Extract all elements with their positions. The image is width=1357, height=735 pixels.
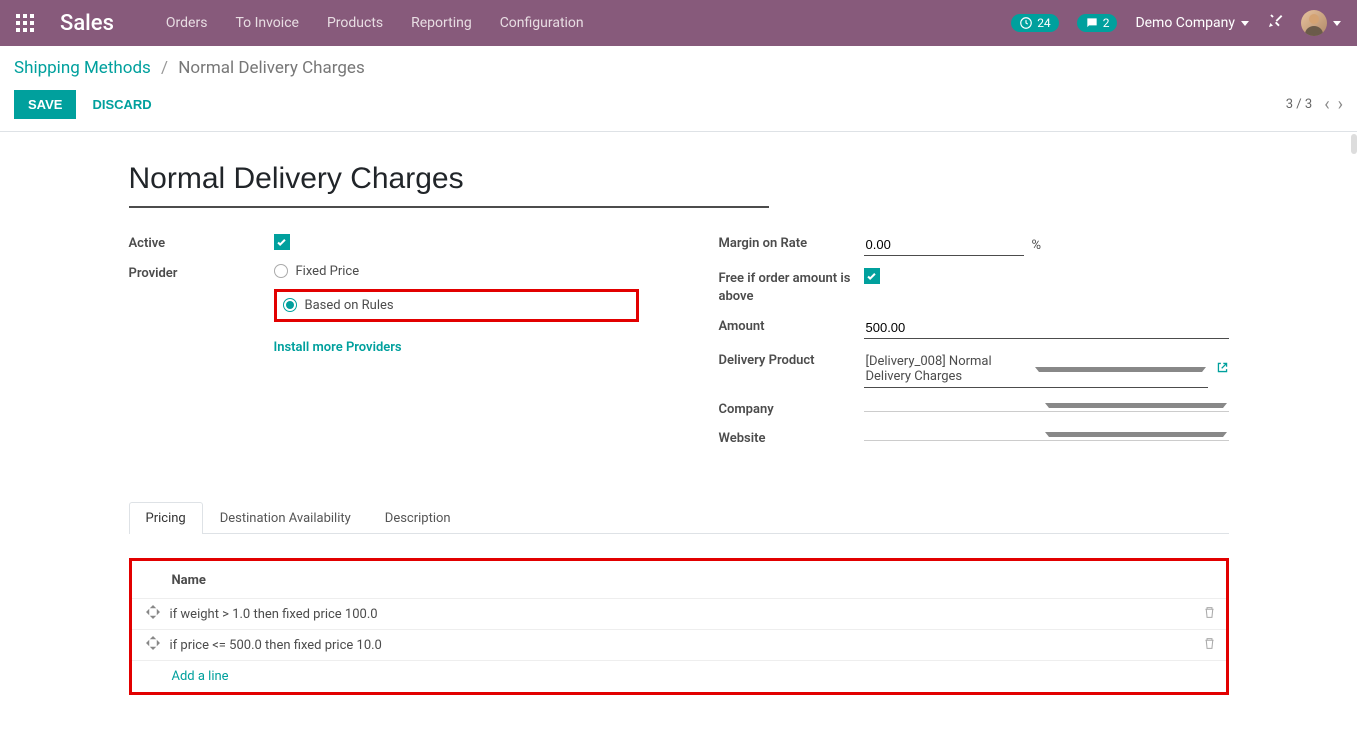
website-select[interactable]	[864, 429, 1229, 441]
active-label: Active	[129, 234, 274, 251]
avatar[interactable]	[1301, 10, 1327, 36]
tab-pricing[interactable]: Pricing	[129, 502, 203, 534]
scrollbar-indicator	[1351, 134, 1357, 154]
caret-down-icon	[1241, 21, 1249, 26]
dropdown-caret-icon	[1045, 403, 1227, 408]
check-icon	[276, 237, 287, 248]
user-caret-icon[interactable]	[1333, 21, 1341, 26]
nav-reporting[interactable]: Reporting	[399, 9, 484, 37]
pager-next[interactable]: ›	[1338, 94, 1343, 115]
right-column: Margin on Rate % Free if order amount is…	[719, 234, 1229, 458]
company-label: Company	[719, 400, 864, 417]
dropdown-caret-icon	[1035, 367, 1206, 372]
radio-icon	[274, 264, 288, 278]
record-title-input[interactable]	[129, 156, 769, 208]
chat-badge[interactable]: 2	[1077, 14, 1118, 32]
nav-products[interactable]: Products	[315, 9, 395, 37]
provider-rules-option[interactable]: Based on Rules	[283, 298, 394, 313]
delivery-product-label: Delivery Product	[719, 351, 864, 368]
company-select[interactable]	[864, 400, 1229, 412]
delete-icon[interactable]	[1203, 606, 1216, 623]
provider-fixed-label: Fixed Price	[296, 264, 360, 279]
apps-icon[interactable]	[16, 14, 34, 32]
breadcrumb-current: Normal Delivery Charges	[178, 58, 364, 78]
table-header-name: Name	[132, 561, 1226, 599]
settings-icon[interactable]	[1267, 13, 1283, 33]
amount-input[interactable]	[864, 317, 1229, 339]
pager-text: 3 / 3	[1286, 97, 1312, 112]
chat-count: 2	[1103, 16, 1110, 30]
table-row[interactable]: if price <= 500.0 then fixed price 10.0	[132, 630, 1226, 661]
pager-prev[interactable]: ‹	[1324, 94, 1329, 115]
nav-configuration[interactable]: Configuration	[488, 9, 596, 37]
dropdown-caret-icon	[1045, 432, 1227, 437]
margin-input[interactable]	[864, 234, 1024, 256]
pct-label: %	[1032, 238, 1042, 253]
breadcrumb: Shipping Methods / Normal Delivery Charg…	[14, 58, 365, 78]
rule-text: if price <= 500.0 then fixed price 10.0	[170, 638, 1203, 653]
provider-radio-group: Fixed Price Based on Rules	[274, 264, 639, 322]
left-column: Active Provider Fixed Price	[129, 234, 639, 458]
pager: 3 / 3 ‹ ›	[1286, 94, 1343, 115]
breadcrumb-sep: /	[161, 58, 168, 78]
topbar-right: 24 2 Demo Company	[1011, 10, 1341, 36]
activity-badge[interactable]: 24	[1011, 14, 1059, 32]
external-link-icon[interactable]	[1216, 361, 1229, 378]
activity-count: 24	[1037, 16, 1051, 30]
breadcrumb-bar: Shipping Methods / Normal Delivery Charg…	[0, 46, 1357, 78]
nav-to-invoice[interactable]: To Invoice	[223, 9, 311, 37]
nav-orders[interactable]: Orders	[154, 9, 220, 37]
clock-icon	[1019, 16, 1033, 30]
action-bar: SAVE DISCARD 3 / 3 ‹ ›	[0, 78, 1357, 132]
discard-button[interactable]: DISCARD	[92, 97, 151, 112]
delivery-product-select[interactable]: [Delivery_008] Normal Delivery Charges	[864, 351, 1208, 388]
tab-description[interactable]: Description	[368, 502, 468, 534]
highlight-box: Based on Rules	[274, 289, 639, 322]
add-line-row: Add a line	[132, 661, 1226, 692]
chat-icon	[1085, 16, 1099, 30]
breadcrumb-root[interactable]: Shipping Methods	[14, 58, 151, 78]
delete-icon[interactable]	[1203, 637, 1216, 654]
install-providers-link[interactable]: Install more Providers	[274, 340, 639, 355]
check-icon	[866, 271, 877, 282]
add-line-link[interactable]: Add a line	[172, 669, 229, 684]
drag-handle-icon[interactable]	[146, 605, 160, 623]
provider-rules-label: Based on Rules	[305, 298, 394, 313]
form-sheet: Active Provider Fixed Price	[129, 132, 1229, 735]
pricing-rules-table: Name if weight > 1.0 then fixed price 10…	[129, 558, 1229, 695]
drag-handle-icon[interactable]	[146, 636, 160, 654]
rule-text: if weight > 1.0 then fixed price 100.0	[170, 607, 1203, 622]
website-label: Website	[719, 429, 864, 446]
free-if-checkbox[interactable]	[864, 268, 880, 284]
save-button[interactable]: SAVE	[14, 90, 76, 119]
delivery-product-value: [Delivery_008] Normal Delivery Charges	[866, 354, 1029, 384]
free-if-label: Free if order amount is above	[719, 268, 864, 305]
company-label: Demo Company	[1135, 15, 1235, 31]
provider-fixed-option[interactable]: Fixed Price	[274, 264, 639, 279]
app-brand[interactable]: Sales	[60, 11, 114, 36]
radio-checked-icon	[283, 298, 297, 312]
tab-destination[interactable]: Destination Availability	[203, 502, 368, 534]
amount-label: Amount	[719, 317, 864, 334]
active-checkbox[interactable]	[274, 234, 290, 250]
tabs: Pricing Destination Availability Descrip…	[129, 502, 1229, 534]
company-switcher[interactable]: Demo Company	[1135, 15, 1249, 31]
provider-label: Provider	[129, 264, 274, 281]
nav-menu: Orders To Invoice Products Reporting Con…	[154, 9, 596, 37]
topbar: Sales Orders To Invoice Products Reporti…	[0, 0, 1357, 46]
margin-label: Margin on Rate	[719, 234, 864, 251]
